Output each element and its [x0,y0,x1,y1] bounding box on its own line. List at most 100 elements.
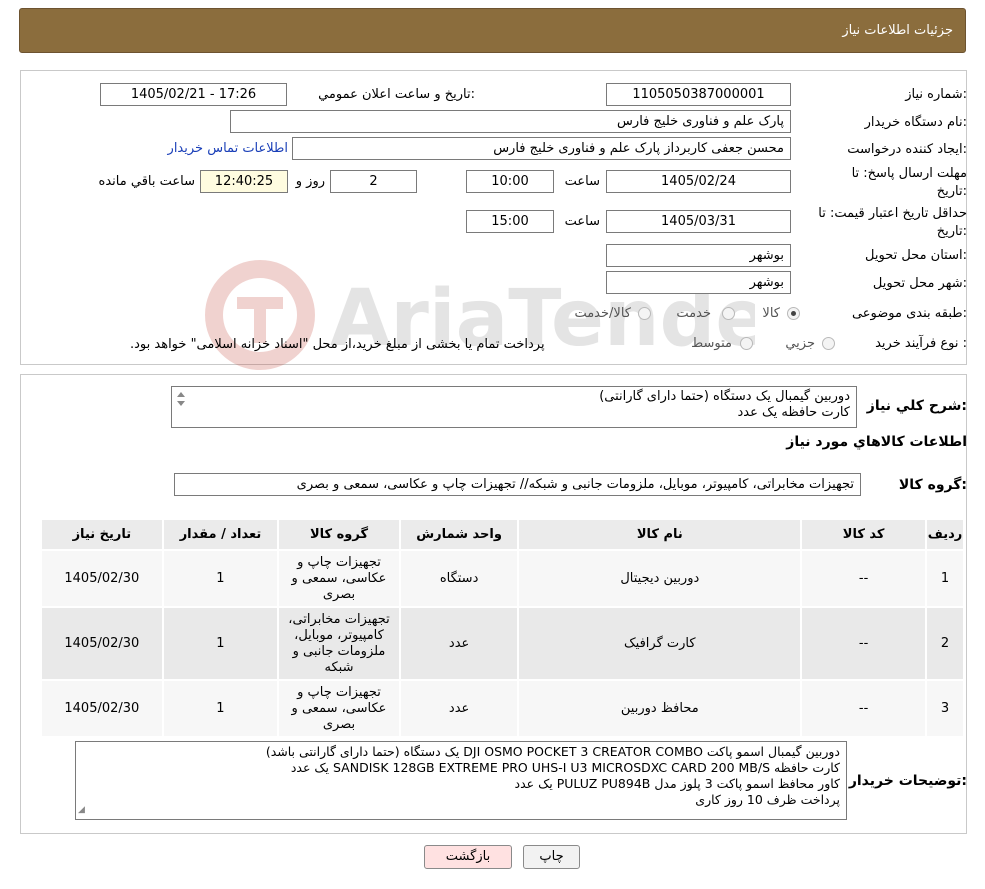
need-number-label: شماره نياز: [905,87,967,102]
city-field: بوشهر [606,271,791,294]
category-radio-goods[interactable] [787,307,800,320]
days-label: روز و [295,174,325,189]
table-row: 2 -- کارت گرافیک عدد تجهیزات مخابراتی، ک… [40,606,965,681]
print-button[interactable]: چاپ [523,845,580,869]
col-group: گروه کالا [277,518,401,551]
summary-textarea[interactable]: دوربین گیمبال یک دستگاه (حتما دارای گارا… [171,386,857,428]
buyer-notes-line: کاور محافظ اسمو پاکت 3 پلوز مدل PULUZ PU… [514,776,840,791]
creator-label: ايجاد کننده درخواست: [847,142,967,157]
validity-label-date: تاريخ: [936,224,967,239]
process-radio-medium[interactable] [740,337,753,350]
col-row: رديف [925,518,965,551]
page-header: جزئيات اطلاعات نياز [19,8,966,53]
col-date: تاريخ نياز [40,518,164,551]
cell-qty: 1 [161,549,280,608]
deadline-label: مهلت ارسال پاسخ: تا [851,166,967,181]
cell-group-line: شبکه [324,659,354,675]
cell-date: 1405/02/30 [40,606,164,681]
cell-group-line: تجهیزات مخابراتی، [288,611,390,627]
buyer-org-field: پارک علم و فناوری خلیج فارس [230,110,791,133]
summary-line-1: دوربین گیمبال یک دستگاه (حتما دارای گارا… [599,389,850,404]
cell-code: -- [800,549,928,608]
table-header-row: رديف کد کالا نام کالا واحد شمارش گروه کا… [40,518,965,551]
cell-group: تجهیزات چاپ و عکاسی، سمعی و بصری [277,679,401,738]
process-label: نوع فرآيند خريد : [875,336,967,351]
remaining-time-field: 12:40:25 [200,170,288,193]
province-label: استان محل تحويل: [865,248,967,263]
goods-group-field: تجهیزات مخابراتی، کامپیوتر، موبایل، ملزو… [174,473,861,496]
deadline-date-field: 1405/02/24 [606,170,791,193]
cell-group-line: عکاسی، سمعی و [291,570,387,586]
need-number-field: 1105050387000001 [606,83,791,106]
cell-group-line: بصری [322,586,356,602]
col-code: کد کالا [800,518,928,551]
cell-unit: عدد [398,679,520,738]
col-unit: واحد شمارش [398,518,520,551]
cell-unit: دستگاه [398,549,520,608]
buyer-notes-line: دوربین گیمبال اسمو پاکت DJI OSMO POCKET … [265,744,840,759]
cell-group-line: تجهیزات چاپ و [297,554,381,570]
cell-qty: 1 [161,679,280,738]
buyer-contact-link[interactable]: اطلاعات تماس خريدار [168,141,288,156]
province-field: بوشهر [606,244,791,267]
goods-section-title: اطلاعات کالاهاي مورد نياز [786,434,967,450]
category-option-goods: کالا [762,306,780,321]
deadline-time-label: ساعت [564,174,600,189]
summary-label: شرح کلي نياز: [866,398,967,414]
buyer-org-label: نام دستگاه خريدار: [864,115,967,130]
cell-row: 2 [925,606,965,681]
payment-note: پرداخت تمام يا بخشی از مبلغ خريد،از محل … [130,337,545,352]
city-label: شهر محل تحويل: [872,276,967,291]
validity-time-field: 15:00 [466,210,554,233]
table-row: 3 -- محافظ دوربین عدد تجهیزات چاپ و عکاس… [40,679,965,738]
scroll-arrows-icon[interactable] [174,389,188,417]
summary-line-2: کارت حافظه یک عدد [737,405,850,420]
cell-date: 1405/02/30 [40,549,164,608]
page-title: جزئيات اطلاعات نياز [842,23,953,38]
cell-name: محافظ دوربین [517,679,803,738]
deadline-label-date: تاريخ: [936,184,967,199]
col-name: نام کالا [517,518,803,551]
cell-code: -- [800,606,928,681]
remaining-time-label: ساعت باقي مانده [98,174,195,189]
cell-group-line: عکاسی، سمعی و [291,700,387,716]
category-radio-goods-service[interactable] [638,307,651,320]
category-option-service: خدمت [676,306,711,321]
cell-group: تجهیزات چاپ و عکاسی، سمعی و بصری [277,549,401,608]
validity-label: حداقل تاريخ اعتبار قيمت: تا [818,206,967,221]
category-option-goods-service: کالا/خدمت [574,306,631,321]
cell-date: 1405/02/30 [40,679,164,738]
announce-label: تاريخ و ساعت اعلان عمومي: [318,87,475,102]
cell-row: 1 [925,549,965,608]
buyer-notes-textarea[interactable]: دوربین گیمبال اسمو پاکت DJI OSMO POCKET … [75,741,847,820]
cell-name: دوربین دیجیتال [517,549,803,608]
items-table: رديف کد کالا نام کالا واحد شمارش گروه کا… [40,518,965,738]
buyer-notes-label: توضيحات خريدار: [848,773,967,789]
cell-group-line: کامپیوتر، موبایل، [294,627,384,643]
validity-time-label: ساعت [564,214,600,229]
table-row: 1 -- دوربین دیجیتال دستگاه تجهیزات چاپ و… [40,549,965,608]
category-radio-service[interactable] [722,307,735,320]
cell-unit: عدد [398,606,520,681]
creator-field: محسن جعفی کاربرداز پارک علم و فناوری خلی… [292,137,791,160]
cell-row: 3 [925,679,965,738]
buyer-notes-line: کارت حافظه SANDISK 128GB EXTREME PRO UHS… [290,760,840,775]
days-remaining-field: 2 [330,170,417,193]
process-option-medium: متوسط [691,336,732,351]
cell-group-line: ملزومات جانبی و [292,643,386,659]
cell-group-line: تجهیزات چاپ و [297,684,381,700]
buyer-notes-line: پرداخت ظرف 10 روز کاری [695,792,840,807]
resize-grip-icon[interactable]: ◢ [78,802,85,818]
col-qty: تعداد / مقدار [161,518,280,551]
cell-qty: 1 [161,606,280,681]
deadline-time-field: 10:00 [466,170,554,193]
cell-name: کارت گرافیک [517,606,803,681]
back-button[interactable]: بازگشت [424,845,512,869]
goods-group-label: گروه کالا: [898,477,967,493]
validity-date-field: 1405/03/31 [606,210,791,233]
category-label: طبقه بندی موضوعی: [851,306,967,321]
announce-datetime-field: 1405/02/21 - 17:26 [100,83,287,106]
cell-code: -- [800,679,928,738]
process-radio-minor[interactable] [822,337,835,350]
cell-group-line: بصری [322,716,356,732]
